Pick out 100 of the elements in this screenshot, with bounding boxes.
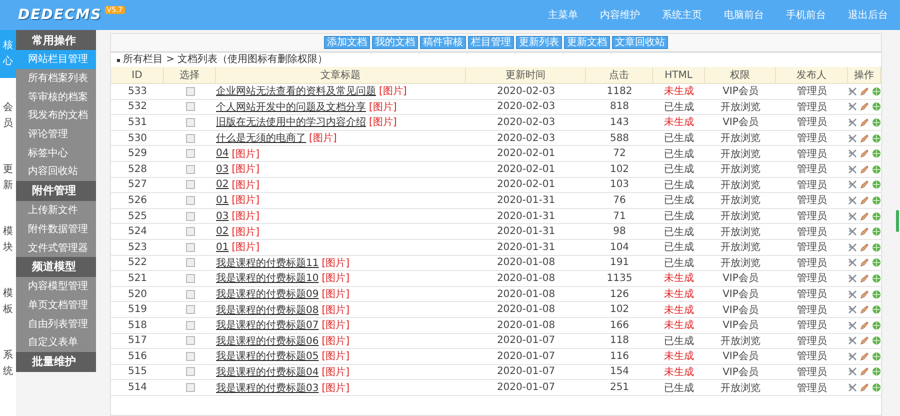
scrollbar-thumb[interactable] <box>896 210 899 232</box>
menu-item[interactable]: 单页文档管理 <box>16 296 96 314</box>
html-status: 已生成 <box>664 148 694 161</box>
checkbox[interactable] <box>186 212 194 221</box>
id-text: 515 <box>128 366 148 378</box>
html-status: 未生成 <box>664 318 694 332</box>
side-tab[interactable]: 模块 <box>0 216 16 264</box>
date-text: 2020-02-03 <box>496 101 556 112</box>
title-link[interactable]: 01 <box>216 242 229 253</box>
html-status: 已生成 <box>664 334 694 348</box>
title-link[interactable]: 我是课程的付费标题07 <box>216 318 319 332</box>
title-link[interactable]: 02 <box>216 179 229 190</box>
checkbox[interactable] <box>186 383 194 392</box>
checkbox[interactable] <box>186 180 194 190</box>
title-link[interactable]: 我是课程的付费标题03 <box>216 380 319 395</box>
checkbox[interactable] <box>186 196 194 205</box>
checkbox[interactable] <box>186 336 194 346</box>
date-text: 2020-01-08 <box>496 304 556 316</box>
bullet-icon <box>117 58 120 62</box>
access-text: 开放浏览 <box>720 100 760 114</box>
checkbox[interactable] <box>186 134 194 143</box>
clicks-text: 126 <box>610 288 630 300</box>
menu-item[interactable]: 所有档案列表 <box>16 68 96 88</box>
checkbox[interactable] <box>186 258 194 268</box>
menu-heading[interactable]: 频道模型 <box>16 256 96 277</box>
side-tab[interactable]: 会员 <box>0 92 16 140</box>
side-tab[interactable]: 更新 <box>0 154 16 202</box>
access-text: VIP会员 <box>722 85 758 98</box>
checkbox[interactable] <box>186 320 194 330</box>
id-text: 524 <box>128 226 148 238</box>
html-status: 未生成 <box>664 272 694 286</box>
id-text: 518 <box>128 320 148 331</box>
clicks-text: 72 <box>613 148 626 160</box>
html-status: 未生成 <box>664 288 694 302</box>
menu-item[interactable]: 自由列表管理 <box>16 314 96 333</box>
title-link[interactable]: 什么是无须的电商了 <box>216 131 306 146</box>
menu-item[interactable]: 内容回收站 <box>16 162 96 181</box>
checkbox[interactable] <box>186 352 194 361</box>
title-link[interactable]: 旧版在无法使用中的学习内容介绍 <box>216 115 366 130</box>
title-link[interactable]: 我是课程的付费标题10 <box>216 271 319 286</box>
checkbox[interactable] <box>186 164 194 174</box>
clicks-text: 1135 <box>606 272 632 284</box>
title-link[interactable]: 个人网站开发中的问题及文档分享 <box>216 100 366 114</box>
checkbox[interactable] <box>186 118 194 127</box>
clicks-text: 71 <box>613 210 626 222</box>
menu-item[interactable]: 评论管理 <box>16 124 96 144</box>
menu-item[interactable]: 上传新文件 <box>16 200 96 220</box>
author-text: 管理员 <box>797 334 827 348</box>
checkbox[interactable] <box>186 149 194 158</box>
date-text: 2020-01-08 <box>496 320 556 331</box>
column-header: 选择 <box>164 67 216 84</box>
side-tab[interactable]: 模板 <box>0 278 16 326</box>
logo: DEDECMS <box>18 7 102 23</box>
side-tab[interactable]: 系统 <box>0 340 16 388</box>
clicks-text: 102 <box>610 164 630 175</box>
menu-item[interactable]: 文件式管理器 <box>16 238 96 257</box>
author-text: 管理员 <box>797 319 827 332</box>
title-link[interactable]: 02 <box>216 226 229 238</box>
column-header: 发布人 <box>776 67 848 84</box>
menu-item[interactable]: 内容模型管理 <box>16 276 96 296</box>
title-link[interactable]: 03 <box>216 210 229 222</box>
image-tag: [图片] <box>309 131 337 146</box>
access-text: VIP会员 <box>722 319 758 332</box>
author-text: 管理员 <box>797 100 827 114</box>
title-link[interactable]: 我是课程的付费标题11 <box>216 256 319 270</box>
title-link[interactable]: 我是课程的付费标题04 <box>216 364 319 379</box>
checkbox[interactable] <box>186 102 194 112</box>
menu-item[interactable]: 等审核的档案 <box>16 87 96 106</box>
menu-heading[interactable]: 批量维护 <box>16 352 96 372</box>
image-tag: [图片] <box>322 349 350 364</box>
title-link[interactable]: 03 <box>216 164 229 175</box>
menu-item[interactable]: 我发布的文档 <box>16 106 96 125</box>
checkbox[interactable] <box>186 274 194 283</box>
title-link[interactable]: 我是课程的付费标题05 <box>216 349 319 364</box>
checkbox[interactable] <box>186 86 194 96</box>
clicks-text: 116 <box>610 350 630 362</box>
menu-heading[interactable]: 附件管理 <box>16 180 96 201</box>
clicks-text: 1182 <box>606 86 632 97</box>
id-text: 527 <box>128 179 148 190</box>
clicks-text: 143 <box>610 116 630 128</box>
title-link[interactable]: 04 <box>216 148 229 160</box>
checkbox[interactable] <box>186 227 194 236</box>
checkbox[interactable] <box>186 305 194 314</box>
menu-item[interactable]: 自定义表单 <box>16 332 96 352</box>
column-header: 操作 <box>848 67 881 84</box>
title-link[interactable]: 我是课程的付费标题08 <box>216 302 319 317</box>
title-link[interactable]: 01 <box>216 194 229 206</box>
checkbox[interactable] <box>186 242 194 252</box>
title-link[interactable]: 企业网站无法查看的资料及常见问题 <box>216 84 376 98</box>
id-text: 520 <box>128 288 148 300</box>
checkbox[interactable] <box>186 290 194 299</box>
menu-heading[interactable]: 常用操作 <box>16 30 96 50</box>
image-tag: [图片] <box>322 271 350 286</box>
id-text: 523 <box>128 242 148 253</box>
title-link[interactable]: 我是课程的付费标题06 <box>216 334 319 348</box>
menu-item[interactable]: 附件数据管理 <box>16 220 96 238</box>
title-link[interactable]: 我是课程的付费标题09 <box>216 287 319 302</box>
menu-item[interactable]: 标签中心 <box>16 143 96 162</box>
clicks-text: 818 <box>610 101 630 112</box>
checkbox[interactable] <box>186 367 194 376</box>
